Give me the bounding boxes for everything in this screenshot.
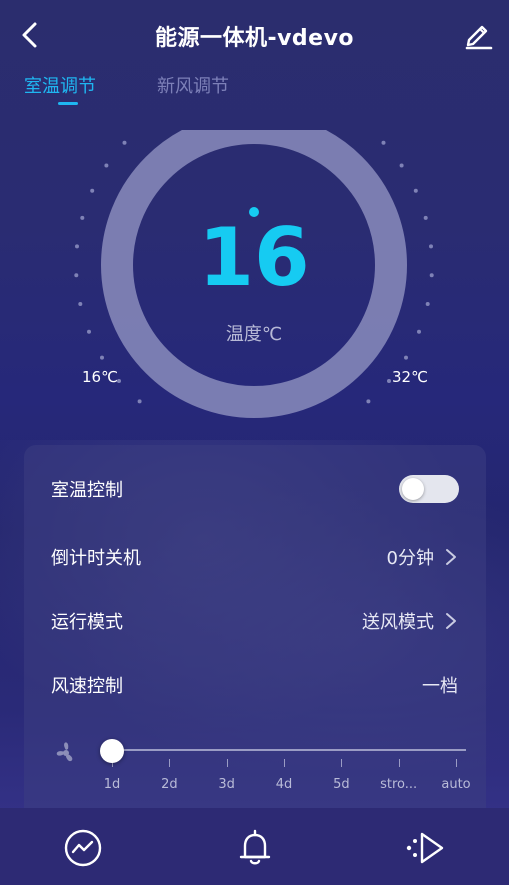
slider-tick-label: 3d — [218, 777, 235, 792]
gauge-scale-dot — [78, 302, 83, 306]
temperature-label: 温度℃ — [225, 324, 283, 345]
temperature-gauge[interactable]: 16 温度℃ 16℃ 32℃ — [64, 130, 444, 420]
fan-speed-value: 一档 — [422, 676, 458, 697]
tab-room-temp[interactable]: 室温调节 — [24, 72, 96, 98]
slider-tick — [226, 759, 228, 767]
room-temp-control-label: 室温控制 — [51, 480, 123, 501]
run-mode-value: 送风模式 — [362, 612, 434, 633]
slider-tick-label: 2d — [161, 777, 178, 792]
slider-tick — [169, 759, 171, 767]
gauge-scale-dot — [404, 355, 408, 360]
slider-tick-label: 5d — [333, 777, 350, 792]
pencil-edit-icon — [465, 25, 493, 50]
gauge-scale-dot — [137, 399, 142, 404]
tab-fresh-air[interactable]: 新风调节 — [157, 72, 229, 98]
slider-tick — [456, 759, 457, 767]
room-temp-control-toggle[interactable] — [399, 475, 459, 503]
slider-tick-label: auto — [441, 777, 471, 792]
edit-button[interactable] — [461, 18, 495, 52]
row-fan-speed: 风速控制 一档 — [24, 665, 486, 705]
gauge-scale-dot — [413, 188, 418, 193]
toggle-knob — [402, 478, 424, 500]
gauge-scale-dot — [122, 140, 127, 145]
play-triangle-icon — [406, 832, 444, 864]
timer-off-value: 0分钟 — [386, 548, 434, 569]
gauge-scale-dot — [399, 163, 404, 168]
gauge-scale-dot — [425, 302, 430, 306]
chevron-right-icon[interactable] — [444, 547, 458, 567]
row-run-mode[interactable]: 运行模式 送风模式 — [24, 601, 486, 641]
slider-tick-label: 1d — [103, 777, 121, 792]
slider-tick-label: stro... — [380, 777, 418, 792]
slider-tick — [341, 759, 343, 767]
chevron-right-icon[interactable] — [444, 611, 458, 631]
gauge-scale-dot — [90, 188, 95, 193]
page-title: 能源一体机-vdevo — [154, 26, 355, 51]
gauge-scale-dot — [366, 399, 371, 404]
timer-off-label: 倒计时关机 — [51, 548, 141, 569]
bell-icon — [239, 829, 271, 865]
bottom-nav-bar — [0, 808, 509, 885]
nav-chart-button[interactable] — [61, 828, 105, 868]
gauge-scale-dot — [387, 379, 391, 383]
temperature-value: 16 — [198, 211, 310, 304]
fan-speed-label: 风速控制 — [51, 676, 123, 697]
nav-play-button[interactable] — [403, 828, 447, 868]
row-timer-off[interactable]: 倒计时关机 0分钟 — [24, 537, 486, 577]
range-min-label: 16℃ — [82, 368, 118, 386]
settings-panel: 室温控制 倒计时关机 0分钟 运行模式 送风模式 风速控制 一档 1d 2d 3d 4… — [24, 445, 486, 820]
slider-tick-label: 4d — [275, 777, 293, 792]
gauge-scale-dot — [381, 140, 386, 145]
nav-alarm-button[interactable] — [233, 828, 277, 868]
slider-tick — [284, 759, 285, 767]
fan-icon — [56, 742, 73, 762]
run-mode-label: 运行模式 — [51, 612, 123, 633]
gauge-scale-dot — [104, 163, 109, 168]
slider-track[interactable] — [110, 749, 466, 751]
chart-trend-icon — [64, 829, 102, 867]
row-room-temp-control: 室温控制 — [24, 469, 486, 509]
gauge-scale-dot — [100, 355, 104, 360]
fan-speed-slider[interactable]: 1d 2d 3d 4d 5d stro... auto — [24, 725, 486, 805]
range-max-label: 32℃ — [392, 368, 428, 386]
header: 能源一体机-vdevo — [0, 0, 509, 72]
slider-tick — [398, 759, 400, 767]
active-tab-indicator — [58, 102, 78, 105]
slider-knob[interactable] — [100, 739, 124, 763]
